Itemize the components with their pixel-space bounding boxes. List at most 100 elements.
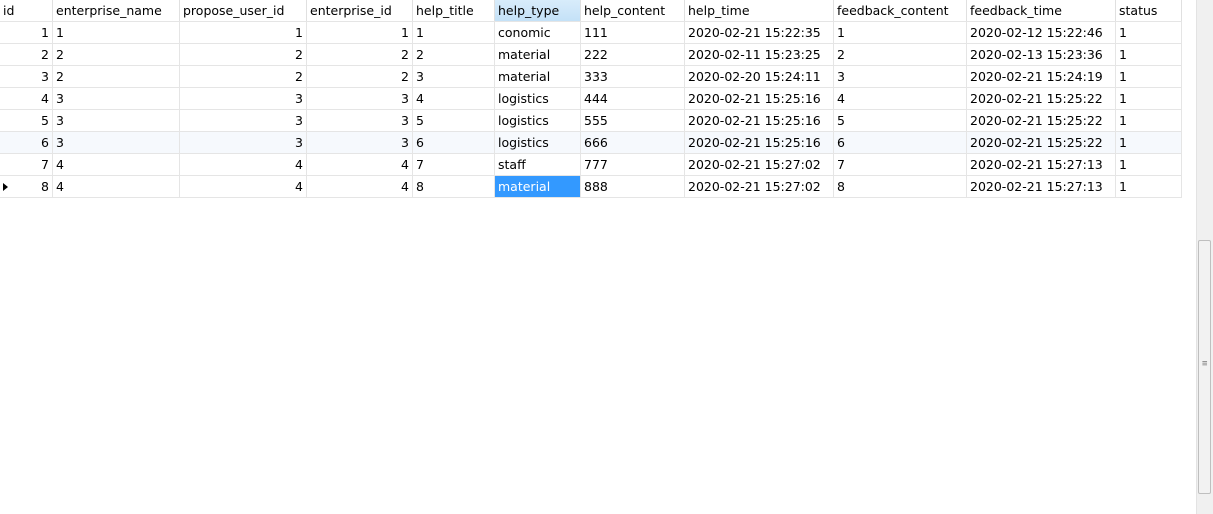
cell-help-type[interactable]: material: [495, 66, 581, 87]
cell-help-content[interactable]: 777: [581, 154, 685, 175]
cell-feedback-time[interactable]: 2020-02-21 15:27:13: [967, 154, 1116, 175]
cell-help-type[interactable]: logistics: [495, 132, 581, 153]
cell-id[interactable]: 4: [0, 88, 53, 109]
cell-status[interactable]: 1: [1116, 66, 1182, 87]
table-row[interactable]: 5 3 3 3 5 logistics 555 2020-02-21 15:25:16 5 202…: [0, 110, 1182, 132]
cell-status[interactable]: 1: [1116, 44, 1182, 65]
scrollbar-thumb[interactable]: ≡: [1198, 240, 1211, 494]
column-header-feedback-time[interactable]: feedback_time: [967, 0, 1116, 21]
cell-feedback-time[interactable]: 2020-02-21 15:25:22: [967, 110, 1116, 131]
cell-feedback-time[interactable]: 2020-02-21 15:24:19: [967, 66, 1116, 87]
cell-help-time[interactable]: 2020-02-21 15:25:16: [685, 132, 834, 153]
cell-propose-user-id[interactable]: 3: [180, 110, 307, 131]
cell-help-title[interactable]: 1: [413, 22, 495, 43]
cell-feedback-content[interactable]: 3: [834, 66, 967, 87]
cell-help-time[interactable]: 2020-02-21 15:25:16: [685, 88, 834, 109]
column-header-help-time[interactable]: help_time: [685, 0, 834, 21]
cell-propose-user-id[interactable]: 3: [180, 88, 307, 109]
cell-status[interactable]: 1: [1116, 132, 1182, 153]
cell-feedback-content[interactable]: 4: [834, 88, 967, 109]
cell-help-title[interactable]: 6: [413, 132, 495, 153]
cell-feedback-time[interactable]: 2020-02-21 15:25:22: [967, 132, 1116, 153]
table-row[interactable]: 8 4 4 4 8 material 888 2020-02-21 15:27:02 8 2020…: [0, 176, 1182, 198]
cell-help-content[interactable]: 888: [581, 176, 685, 197]
cell-feedback-content[interactable]: 1: [834, 22, 967, 43]
cell-id[interactable]: 6: [0, 132, 53, 153]
cell-help-content[interactable]: 333: [581, 66, 685, 87]
cell-enterprise-name[interactable]: 2: [53, 66, 180, 87]
cell-help-type[interactable]: staff: [495, 154, 581, 175]
cell-help-content[interactable]: 666: [581, 132, 685, 153]
cell-enterprise-id[interactable]: 4: [307, 176, 413, 197]
cell-status[interactable]: 1: [1116, 88, 1182, 109]
cell-feedback-content[interactable]: 2: [834, 44, 967, 65]
cell-help-time[interactable]: 2020-02-21 15:25:16: [685, 110, 834, 131]
cell-feedback-content[interactable]: 7: [834, 154, 967, 175]
column-header-id[interactable]: id: [0, 0, 53, 21]
cell-propose-user-id[interactable]: 2: [180, 66, 307, 87]
cell-id[interactable]: 2: [0, 44, 53, 65]
cell-help-type[interactable]: material: [495, 176, 581, 197]
column-header-enterprise-name[interactable]: enterprise_name: [53, 0, 180, 21]
column-header-help-title[interactable]: help_title: [413, 0, 495, 21]
cell-enterprise-name[interactable]: 3: [53, 132, 180, 153]
cell-help-title[interactable]: 7: [413, 154, 495, 175]
cell-help-time[interactable]: 2020-02-21 15:27:02: [685, 176, 834, 197]
cell-feedback-time[interactable]: 2020-02-13 15:23:36: [967, 44, 1116, 65]
cell-help-title[interactable]: 3: [413, 66, 495, 87]
cell-feedback-content[interactable]: 6: [834, 132, 967, 153]
cell-help-content[interactable]: 111: [581, 22, 685, 43]
cell-help-time[interactable]: 2020-02-11 15:23:25: [685, 44, 834, 65]
table-row[interactable]: 6 3 3 3 6 logistics 666 2020-02-21 15:25:16 6 202…: [0, 132, 1182, 154]
data-grid[interactable]: id enterprise_name propose_user_id enter…: [0, 0, 1182, 198]
cell-id[interactable]: 5: [0, 110, 53, 131]
table-row[interactable]: 4 3 3 3 4 logistics 444 2020-02-21 15:25:16 4 202…: [0, 88, 1182, 110]
cell-help-time[interactable]: 2020-02-21 15:27:02: [685, 154, 834, 175]
cell-enterprise-id[interactable]: 1: [307, 22, 413, 43]
cell-feedback-time[interactable]: 2020-02-12 15:22:46: [967, 22, 1116, 43]
cell-enterprise-id[interactable]: 2: [307, 44, 413, 65]
table-row[interactable]: 7 4 4 4 7 staff 777 2020-02-21 15:27:02 7 2020-02…: [0, 154, 1182, 176]
cell-help-content[interactable]: 222: [581, 44, 685, 65]
cell-status[interactable]: 1: [1116, 110, 1182, 131]
column-header-help-type[interactable]: help_type: [495, 0, 581, 21]
cell-id[interactable]: 3: [0, 66, 53, 87]
cell-feedback-time[interactable]: 2020-02-21 15:27:13: [967, 176, 1116, 197]
cell-feedback-content[interactable]: 5: [834, 110, 967, 131]
cell-enterprise-id[interactable]: 3: [307, 110, 413, 131]
cell-propose-user-id[interactable]: 4: [180, 154, 307, 175]
cell-enterprise-id[interactable]: 3: [307, 88, 413, 109]
column-header-enterprise-id[interactable]: enterprise_id: [307, 0, 413, 21]
column-header-feedback-content[interactable]: feedback_content: [834, 0, 967, 21]
cell-enterprise-name[interactable]: 3: [53, 110, 180, 131]
cell-help-time[interactable]: 2020-02-20 15:24:11: [685, 66, 834, 87]
cell-help-type[interactable]: material: [495, 44, 581, 65]
cell-propose-user-id[interactable]: 4: [180, 176, 307, 197]
cell-propose-user-id[interactable]: 3: [180, 132, 307, 153]
cell-enterprise-name[interactable]: 4: [53, 176, 180, 197]
table-row[interactable]: 2 2 2 2 2 material 222 2020-02-11 15:23:25 2 2020…: [0, 44, 1182, 66]
cell-enterprise-name[interactable]: 4: [53, 154, 180, 175]
cell-propose-user-id[interactable]: 2: [180, 44, 307, 65]
cell-help-type[interactable]: logistics: [495, 110, 581, 131]
table-row[interactable]: 3 2 2 2 3 material 333 2020-02-20 15:24:11 3 2020…: [0, 66, 1182, 88]
cell-help-time[interactable]: 2020-02-21 15:22:35: [685, 22, 834, 43]
cell-help-content[interactable]: 555: [581, 110, 685, 131]
cell-help-type[interactable]: conomic: [495, 22, 581, 43]
cell-enterprise-id[interactable]: 4: [307, 154, 413, 175]
column-header-status[interactable]: status: [1116, 0, 1182, 21]
cell-help-title[interactable]: 8: [413, 176, 495, 197]
cell-help-type[interactable]: logistics: [495, 88, 581, 109]
cell-enterprise-name[interactable]: 3: [53, 88, 180, 109]
column-header-propose-user-id[interactable]: propose_user_id: [180, 0, 307, 21]
cell-enterprise-name[interactable]: 1: [53, 22, 180, 43]
cell-id[interactable]: 1: [0, 22, 53, 43]
vertical-scrollbar[interactable]: ≡: [1196, 0, 1213, 514]
cell-status[interactable]: 1: [1116, 176, 1182, 197]
cell-enterprise-name[interactable]: 2: [53, 44, 180, 65]
cell-feedback-time[interactable]: 2020-02-21 15:25:22: [967, 88, 1116, 109]
cell-enterprise-id[interactable]: 3: [307, 132, 413, 153]
column-header-help-content[interactable]: help_content: [581, 0, 685, 21]
cell-help-title[interactable]: 4: [413, 88, 495, 109]
cell-help-content[interactable]: 444: [581, 88, 685, 109]
